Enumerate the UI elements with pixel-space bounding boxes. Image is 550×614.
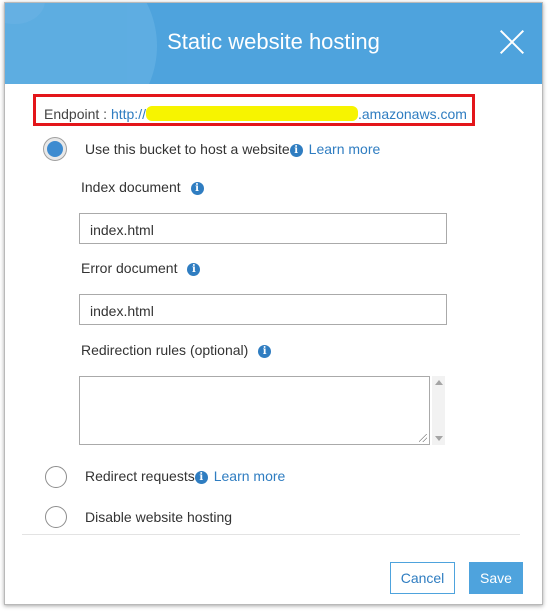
error-document-label-row: Error document i: [81, 260, 201, 276]
redirection-rules-textarea[interactable]: [79, 376, 430, 445]
save-button[interactable]: Save: [469, 562, 523, 594]
scroll-up-icon[interactable]: [435, 380, 443, 385]
info-icon[interactable]: i: [289, 144, 303, 157]
info-icon[interactable]: i: [190, 182, 204, 195]
error-document-input[interactable]: index.html: [79, 294, 447, 325]
info-icon[interactable]: i: [187, 263, 201, 276]
disable-hosting-label: Disable website hosting: [85, 509, 233, 525]
disable-hosting-radio[interactable]: [45, 506, 67, 528]
redacted-highlight: [145, 106, 358, 121]
host-website-label: Use this bucket to host a website: [85, 141, 290, 157]
index-document-label: Index document: [81, 179, 181, 195]
close-icon[interactable]: [498, 28, 526, 56]
redirection-rules-label-row: Redirection rules (optional) i: [81, 342, 272, 358]
endpoint-url[interactable]: http:// .amazonaws.com: [111, 106, 467, 122]
error-document-label: Error document: [81, 260, 178, 276]
dialog-title: Static website hosting: [167, 29, 380, 54]
endpoint-url-prefix: http://: [110, 106, 146, 122]
redirect-requests-label: Redirect requests: [85, 468, 195, 484]
index-document-input[interactable]: index.html: [79, 213, 447, 244]
info-icon[interactable]: i: [194, 471, 208, 484]
footer-divider: [22, 534, 520, 535]
dialog-header: Static website hosting: [5, 3, 542, 84]
redirect-requests-option: Redirect requests i Learn more: [85, 468, 285, 484]
learn-more-link[interactable]: Learn more: [214, 468, 286, 484]
learn-more-link[interactable]: Learn more: [309, 141, 381, 157]
index-document-label-row: Index document i: [81, 179, 204, 195]
scroll-down-icon[interactable]: [435, 436, 443, 441]
endpoint-label: Endpoint :: [44, 106, 108, 122]
endpoint-url-suffix: .amazonaws.com: [357, 106, 467, 122]
redirection-rules-label: Redirection rules (optional): [81, 342, 249, 358]
endpoint-row: Endpoint : http:// .amazonaws.com: [44, 106, 467, 122]
cancel-button[interactable]: Cancel: [390, 562, 455, 594]
redirect-requests-radio[interactable]: [45, 466, 67, 488]
textarea-scrollbar[interactable]: [432, 376, 445, 445]
resize-handle-icon[interactable]: [419, 434, 427, 442]
info-icon[interactable]: i: [258, 345, 272, 358]
host-website-option: Use this bucket to host a website i Learn …: [85, 141, 380, 157]
host-website-radio[interactable]: [44, 138, 66, 160]
